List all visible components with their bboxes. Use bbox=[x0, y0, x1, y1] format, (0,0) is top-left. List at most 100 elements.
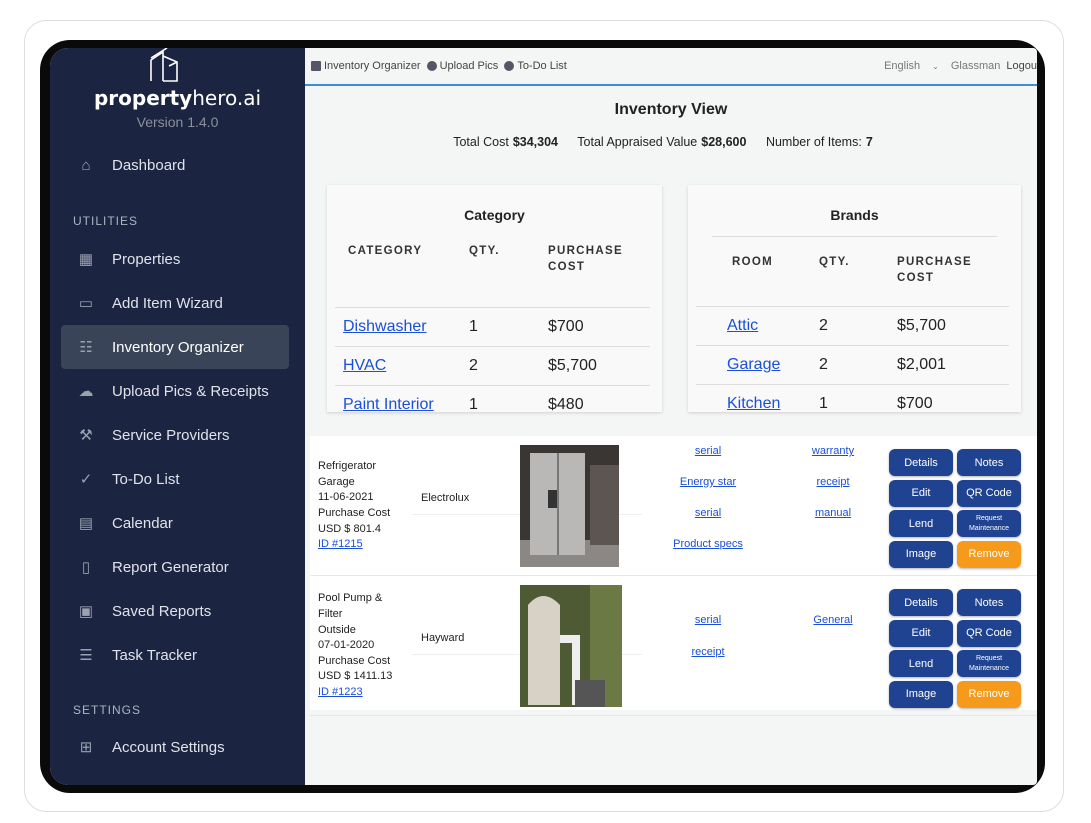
image-button[interactable]: Image bbox=[889, 680, 953, 708]
check-circle-icon: ✓ bbox=[79, 471, 93, 488]
qr-code-button[interactable]: QR Code bbox=[957, 619, 1021, 647]
logout-link[interactable]: Logou bbox=[1006, 60, 1037, 72]
sidebar-item-task-tracker[interactable]: ☰ Task Tracker bbox=[61, 633, 289, 677]
edit-button[interactable]: Edit bbox=[889, 479, 953, 507]
sidebar-item-label: Account Settings bbox=[112, 738, 225, 756]
logo-light: hero.ai bbox=[192, 86, 262, 110]
sidebar-item-label: Dashboard bbox=[112, 156, 186, 174]
cell: $480 bbox=[548, 396, 584, 413]
desc-line: 07-01-2020 bbox=[318, 639, 375, 652]
sidebar-item-label: Add Item Wizard bbox=[112, 294, 223, 312]
column-header: PURCHASE COST bbox=[897, 256, 972, 284]
list-item: Refrigerator Garage 11-06-2021 Purchase Cos… bbox=[310, 436, 1037, 576]
page-title: Inventory View bbox=[614, 101, 728, 118]
desc-line: Pool Pump & bbox=[318, 592, 383, 605]
top-bar: Inventory Organizer Upload Pics To-Do Li… bbox=[305, 48, 1037, 86]
row-link[interactable]: Garage bbox=[727, 356, 780, 373]
cell: 1 bbox=[819, 395, 828, 412]
user-name: Glassman bbox=[950, 60, 1001, 72]
cell: 2 bbox=[819, 317, 828, 334]
sidebar-item-add-item-wizard[interactable]: ▭ Add Item Wizard bbox=[61, 281, 289, 325]
language-value: English bbox=[884, 60, 921, 72]
document-link[interactable]: serial bbox=[695, 445, 721, 457]
items-count: 7 bbox=[865, 135, 873, 149]
check-circle-icon bbox=[504, 61, 515, 71]
request-maintenance-button[interactable]: Request Maintenance bbox=[957, 510, 1021, 537]
brands-panel: Brands ROOM QTY. PURCHASE COST Attic 2 $5,700… bbox=[688, 185, 1021, 412]
remove-button[interactable]: Remove bbox=[957, 540, 1021, 568]
cloud-icon bbox=[426, 61, 437, 71]
logo-bold: property bbox=[93, 86, 193, 110]
edit-button[interactable]: Edit bbox=[889, 619, 953, 647]
row-link[interactable]: Dishwasher bbox=[343, 318, 427, 335]
chevron-down-icon: ⌄ bbox=[932, 61, 939, 71]
topbar-link-inventory[interactable]: Inventory Organizer bbox=[311, 60, 421, 72]
qr-code-button[interactable]: QR Code bbox=[957, 479, 1021, 507]
sidebar-item-account-settings[interactable]: ⊞ Account Settings bbox=[61, 725, 289, 769]
cell: 1 bbox=[469, 396, 478, 413]
sidebar-item-calendar[interactable]: ▤ Calendar bbox=[61, 501, 289, 545]
sidebar-item-label: Task Tracker bbox=[112, 646, 198, 664]
request-maintenance-button[interactable]: Request Maintenance bbox=[957, 650, 1021, 677]
app-screen: propertyhero.ai Version 1.4.0 ⌂ Dashboard… bbox=[50, 48, 1037, 785]
total-cost: $34,304 bbox=[512, 135, 559, 149]
table-row: Paint Interior 1 $480 bbox=[335, 385, 650, 424]
button-label: Request bbox=[975, 514, 1003, 522]
topbar-link-todo[interactable]: To-Do List bbox=[504, 60, 567, 72]
link-label: Inventory Organizer bbox=[324, 60, 421, 72]
sidebar-item-upload-pics-receipts[interactable]: ☁ Upload Pics & Receipts bbox=[61, 369, 289, 413]
sidebar-item-saved-reports[interactable]: ▣ Saved Reports bbox=[61, 589, 289, 633]
total-cost-label: Total Cost bbox=[453, 135, 509, 149]
item-id-link[interactable]: ID #1215 bbox=[318, 538, 363, 550]
notes-button[interactable]: Notes bbox=[957, 589, 1021, 616]
document-link[interactable]: Energy star bbox=[680, 476, 736, 488]
item-photo-refrigerator bbox=[520, 445, 619, 567]
sidebar-item-service-providers[interactable]: ⚒ Service Providers bbox=[61, 413, 289, 457]
sidebar-item-dashboard[interactable]: ⌂ Dashboard bbox=[61, 143, 289, 187]
sidebar-item-to-do-list[interactable]: ✓ To-Do List bbox=[61, 457, 289, 501]
desc-line: USD $ 801.4 bbox=[318, 522, 381, 535]
document-link[interactable]: General bbox=[813, 614, 852, 626]
language-select[interactable]: English ⌄ bbox=[884, 60, 939, 72]
grid-icon: ⊞ bbox=[79, 739, 93, 756]
document-link[interactable]: serial bbox=[695, 507, 721, 519]
image-button[interactable]: Image bbox=[889, 540, 953, 568]
document-link[interactable]: serial bbox=[695, 614, 721, 626]
sidebar-item-label: Inventory Organizer bbox=[112, 338, 244, 356]
sidebar-item-inventory-organizer[interactable]: ☷ Inventory Organizer bbox=[61, 325, 289, 369]
row-link[interactable]: Kitchen bbox=[727, 395, 780, 412]
panel-title: Brands bbox=[830, 207, 879, 223]
document-link[interactable]: Product specs bbox=[673, 538, 743, 550]
lend-button[interactable]: Lend bbox=[889, 510, 953, 537]
item-list: Refrigerator Garage 11-06-2021 Purchase Cos… bbox=[310, 436, 1037, 716]
column-header: QTY. bbox=[819, 256, 850, 268]
row-link[interactable]: Paint Interior bbox=[343, 396, 434, 413]
sidebar-item-report-generator[interactable]: ▯ Report Generator bbox=[61, 545, 289, 589]
inventory-icon: ☷ bbox=[79, 339, 93, 356]
button-label: Maintenance bbox=[968, 524, 1010, 532]
cell: $2,001 bbox=[897, 356, 946, 373]
item-id-link[interactable]: ID #1223 bbox=[318, 686, 363, 698]
document-link[interactable]: receipt bbox=[691, 646, 724, 658]
details-button[interactable]: Details bbox=[889, 449, 953, 476]
home-icon: ⌂ bbox=[81, 156, 91, 174]
cell: $5,700 bbox=[548, 357, 597, 374]
cell: 2 bbox=[819, 356, 828, 373]
document-link[interactable]: warranty bbox=[812, 445, 854, 457]
sidebar: propertyhero.ai Version 1.4.0 ⌂ Dashboard… bbox=[50, 48, 305, 785]
row-link[interactable]: Attic bbox=[727, 317, 758, 334]
document-link[interactable]: manual bbox=[815, 507, 851, 519]
building-logo-icon bbox=[150, 48, 178, 82]
items-label: Number of Items: bbox=[765, 135, 862, 149]
building-icon: ▦ bbox=[78, 251, 94, 268]
details-button[interactable]: Details bbox=[889, 589, 953, 616]
topbar-link-upload[interactable]: Upload Pics bbox=[426, 60, 498, 72]
row-link[interactable]: HVAC bbox=[343, 357, 386, 374]
item-photo-pool-pump bbox=[520, 585, 622, 707]
inventory-stats: Total Cost $34,304 Total Appraised Value $… bbox=[305, 135, 1037, 149]
sidebar-item-properties[interactable]: ▦ Properties bbox=[61, 237, 289, 281]
lend-button[interactable]: Lend bbox=[889, 650, 953, 677]
document-link[interactable]: receipt bbox=[816, 476, 849, 488]
remove-button[interactable]: Remove bbox=[957, 680, 1021, 708]
notes-button[interactable]: Notes bbox=[957, 449, 1021, 476]
